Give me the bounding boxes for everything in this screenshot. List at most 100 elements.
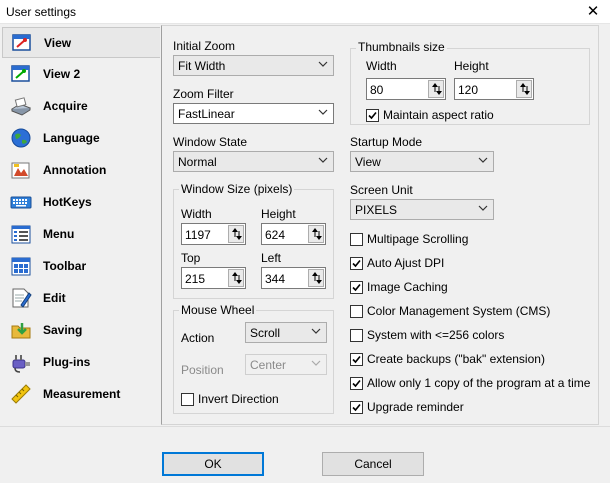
screen-unit-value: PIXELS xyxy=(355,203,398,217)
sidebar-item-label: Plug-ins xyxy=(43,355,91,369)
sidebar-item-label: Menu xyxy=(43,227,75,241)
startup-mode-value: View xyxy=(355,155,381,169)
chevron-down-icon xyxy=(311,360,321,366)
up-down-arrows-icon xyxy=(232,272,242,284)
thumbnails-title: Thumbnails size xyxy=(356,40,447,54)
globe-icon xyxy=(11,128,31,148)
sidebar-item-acquire[interactable]: Acquire xyxy=(2,91,160,122)
screen-unit-select[interactable]: PIXELS xyxy=(350,199,494,220)
option-label[interactable]: Allow only 1 copy of the program at a ti… xyxy=(367,376,590,390)
thumb-height-label: Height xyxy=(454,59,489,73)
window-height-spinner[interactable]: 624 xyxy=(261,223,326,245)
option-checkbox[interactable] xyxy=(350,281,363,294)
edit-icon xyxy=(12,288,32,308)
zoom-filter-select[interactable]: FastLinear xyxy=(173,103,334,124)
button-bar: OK Cancel xyxy=(0,426,610,483)
window-top-spinner[interactable]: 215 xyxy=(181,267,246,289)
sidebar-item-hotkeys[interactable]: HotKeys xyxy=(2,187,160,218)
window-state-select[interactable]: Normal xyxy=(173,151,334,172)
invert-direction-label[interactable]: Invert Direction xyxy=(198,392,279,406)
option-label[interactable]: System with <=256 colors xyxy=(367,328,504,342)
option-checkbox[interactable] xyxy=(350,401,363,414)
option-checkbox[interactable] xyxy=(350,377,363,390)
option-checkbox[interactable] xyxy=(350,353,363,366)
window-size-title: Window Size (pixels) xyxy=(179,182,295,196)
spin-buttons[interactable] xyxy=(428,80,444,98)
spin-buttons[interactable] xyxy=(228,225,244,243)
option-label[interactable]: Image Caching xyxy=(367,280,448,294)
sidebar-item-label: Acquire xyxy=(43,99,88,113)
option-checkbox[interactable] xyxy=(350,305,363,318)
chevron-down-icon xyxy=(318,109,328,115)
sidebar-item-label: Saving xyxy=(43,323,83,337)
window-width-label: Width xyxy=(181,207,212,221)
sidebar-item-label: Measurement xyxy=(43,387,121,401)
sidebar-item-label: View 2 xyxy=(43,67,81,81)
sidebar-item-menu[interactable]: Menu xyxy=(2,219,160,250)
option-label[interactable]: Upgrade reminder xyxy=(367,400,464,414)
sidebar-item-measurement[interactable]: Measurement xyxy=(2,379,160,410)
window-height-value: 624 xyxy=(265,228,286,242)
sidebar: View View 2 Acquire Language Annotation … xyxy=(0,25,161,425)
sidebar-item-saving[interactable]: Saving xyxy=(2,315,160,346)
window-title: User settings xyxy=(6,5,77,19)
option-label[interactable]: Create backups ("bak" extension) xyxy=(367,352,545,366)
window-left-label: Left xyxy=(261,251,282,265)
maintain-aspect-checkbox[interactable] xyxy=(366,109,379,122)
window-width-value: 1197 xyxy=(185,228,211,242)
scanner-icon xyxy=(10,97,32,116)
startup-mode-select[interactable]: View xyxy=(350,151,494,172)
sidebar-item-label: Annotation xyxy=(43,163,107,177)
sidebar-item-label: HotKeys xyxy=(43,195,92,209)
option-checkbox[interactable] xyxy=(350,329,363,342)
option-label[interactable]: Color Management System (CMS) xyxy=(367,304,550,318)
sidebar-item-plug-ins[interactable]: Plug-ins xyxy=(2,347,160,378)
checkmark-icon xyxy=(352,259,361,268)
spin-buttons[interactable] xyxy=(308,225,324,243)
action-select[interactable]: Scroll xyxy=(245,322,327,343)
thumb-height-spinner[interactable]: 120 xyxy=(454,78,534,100)
annotation-icon xyxy=(11,162,30,179)
thumb-width-spinner[interactable]: 80 xyxy=(366,78,446,100)
checkmark-icon xyxy=(368,111,377,120)
up-down-arrows-icon xyxy=(432,83,442,95)
thumb-width-value: 80 xyxy=(370,83,384,97)
sidebar-item-view[interactable]: View xyxy=(2,27,160,58)
checkmark-icon xyxy=(352,403,361,412)
option-label[interactable]: Auto Ajust DPI xyxy=(367,256,444,270)
window-top-value: 215 xyxy=(185,272,206,286)
initial-zoom-value: Fit Width xyxy=(178,59,226,73)
startup-mode-label: Startup Mode xyxy=(350,135,423,149)
spin-buttons[interactable] xyxy=(516,80,532,98)
view-icon xyxy=(12,34,31,51)
sidebar-item-annotation[interactable]: Annotation xyxy=(2,155,160,186)
window-left-spinner[interactable]: 344 xyxy=(261,267,326,289)
window-width-spinner[interactable]: 1197 xyxy=(181,223,246,245)
mouse-wheel-title: Mouse Wheel xyxy=(179,303,257,317)
chevron-down-icon xyxy=(478,205,488,211)
sidebar-item-language[interactable]: Language xyxy=(2,123,160,154)
action-value: Scroll xyxy=(250,326,281,340)
sidebar-item-toolbar[interactable]: Toolbar xyxy=(2,251,160,282)
sidebar-item-edit[interactable]: Edit xyxy=(2,283,160,314)
spin-buttons[interactable] xyxy=(228,269,244,287)
option-checkbox[interactable] xyxy=(350,257,363,270)
ok-button[interactable]: OK xyxy=(162,452,264,476)
sidebar-item-view-2[interactable]: View 2 xyxy=(2,59,160,90)
zoom-filter-label: Zoom Filter xyxy=(173,87,234,101)
initial-zoom-select[interactable]: Fit Width xyxy=(173,55,334,76)
option-checkbox[interactable] xyxy=(350,233,363,246)
maintain-aspect-label[interactable]: Maintain aspect ratio xyxy=(383,108,494,122)
menu-icon xyxy=(11,225,31,244)
close-icon[interactable]: ✕ xyxy=(576,0,610,24)
thumb-width-label: Width xyxy=(366,59,397,73)
window-top-label: Top xyxy=(181,251,201,265)
spin-buttons[interactable] xyxy=(308,269,324,287)
cancel-button[interactable]: Cancel xyxy=(322,452,424,476)
thumb-height-value: 120 xyxy=(458,83,479,97)
invert-direction-checkbox[interactable] xyxy=(181,393,194,406)
option-label[interactable]: Multipage Scrolling xyxy=(367,232,468,246)
chevron-down-icon xyxy=(311,328,321,334)
chevron-down-icon xyxy=(318,61,328,67)
settings-panel: Initial Zoom Fit Width Zoom Filter FastL… xyxy=(161,25,599,425)
